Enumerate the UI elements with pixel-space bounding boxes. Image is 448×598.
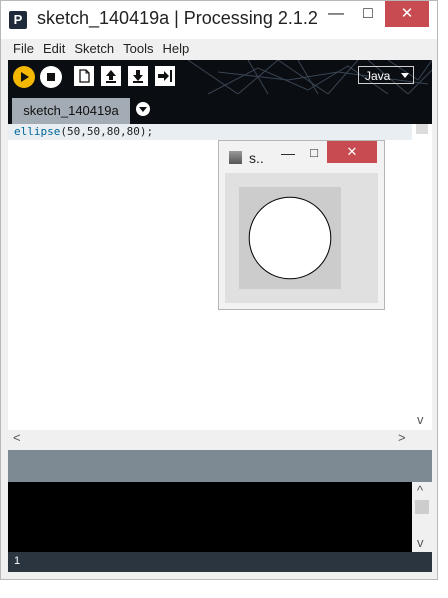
console-scroll-up-arrow-icon[interactable]: ^ xyxy=(417,484,423,497)
menu-file[interactable]: File xyxy=(9,39,39,59)
new-button[interactable] xyxy=(74,66,94,86)
menu-help[interactable]: Help xyxy=(158,39,194,59)
sketch-frame xyxy=(225,173,378,303)
sketch-minimize-button[interactable]: — xyxy=(277,145,299,161)
export-icon xyxy=(158,70,172,82)
code-function: ellipse xyxy=(14,125,61,138)
minimize-button[interactable]: — xyxy=(319,1,353,27)
sketch-close-button[interactable]: ✕ xyxy=(327,141,377,163)
menu-sketch[interactable]: Sketch xyxy=(70,39,119,59)
scroll-down-arrow-icon[interactable]: v xyxy=(417,413,424,426)
sketch-output-window[interactable]: s.. — □ ✕ xyxy=(218,140,385,310)
menu-edit[interactable]: Edit xyxy=(39,39,70,59)
editor-horizontal-scrollbar[interactable]: < > xyxy=(8,430,432,446)
scroll-left-arrow-icon[interactable]: < xyxy=(13,431,21,444)
run-button[interactable] xyxy=(13,66,35,88)
sketch-window-title: s.. xyxy=(249,150,264,166)
title-bar[interactable]: P sketch_140419a | Processing 2.1.2 — □ … xyxy=(1,1,437,39)
export-button[interactable] xyxy=(155,66,175,86)
menu-tools[interactable]: Tools xyxy=(119,39,158,59)
stop-button[interactable] xyxy=(40,66,62,88)
chevron-down-icon xyxy=(401,73,409,78)
stop-icon xyxy=(47,73,55,81)
editor-vertical-scrollbar[interactable]: v xyxy=(412,124,432,430)
java-app-icon xyxy=(229,151,242,164)
status-bar: 1 xyxy=(8,552,432,572)
console-output[interactable] xyxy=(8,482,412,552)
line-number: 1 xyxy=(14,555,21,567)
tab-menu-button[interactable] xyxy=(136,102,150,116)
open-icon xyxy=(106,70,116,83)
open-button[interactable] xyxy=(101,66,121,86)
menu-bar: File Edit Sketch Tools Help xyxy=(9,39,429,59)
run-icon xyxy=(21,72,29,82)
toolbar: Java xyxy=(8,60,432,94)
code-args: (50,50,80,80); xyxy=(60,125,154,138)
save-button[interactable] xyxy=(128,66,148,86)
processing-app-icon: P xyxy=(9,11,27,29)
console-scroll-down-arrow-icon[interactable]: v xyxy=(417,536,424,549)
tab-bar: sketch_140419a xyxy=(8,94,432,124)
tab-sketch[interactable]: sketch_140419a xyxy=(12,98,130,124)
console-scroll-thumb[interactable] xyxy=(415,500,429,514)
ellipse-shape xyxy=(248,196,332,280)
scroll-right-arrow-icon[interactable]: > xyxy=(398,431,406,444)
window-title: sketch_140419a | Processing 2.1.2 xyxy=(37,8,318,28)
maximize-button[interactable]: □ xyxy=(353,1,383,27)
mode-label: Java xyxy=(365,69,391,83)
new-icon xyxy=(79,69,90,83)
mode-select[interactable]: Java xyxy=(358,66,414,84)
close-button[interactable]: ✕ xyxy=(385,1,429,27)
editor-scroll-thumb[interactable] xyxy=(416,124,428,134)
console-scrollbar[interactable]: ^ v xyxy=(412,482,432,552)
code-line[interactable]: ellipse(50,50,80,80); xyxy=(14,125,153,138)
sketch-maximize-button[interactable]: □ xyxy=(303,145,325,160)
message-bar xyxy=(8,450,432,482)
sketch-canvas[interactable] xyxy=(239,187,341,289)
processing-window: P sketch_140419a | Processing 2.1.2 — □ … xyxy=(0,0,438,580)
save-icon xyxy=(133,70,143,83)
